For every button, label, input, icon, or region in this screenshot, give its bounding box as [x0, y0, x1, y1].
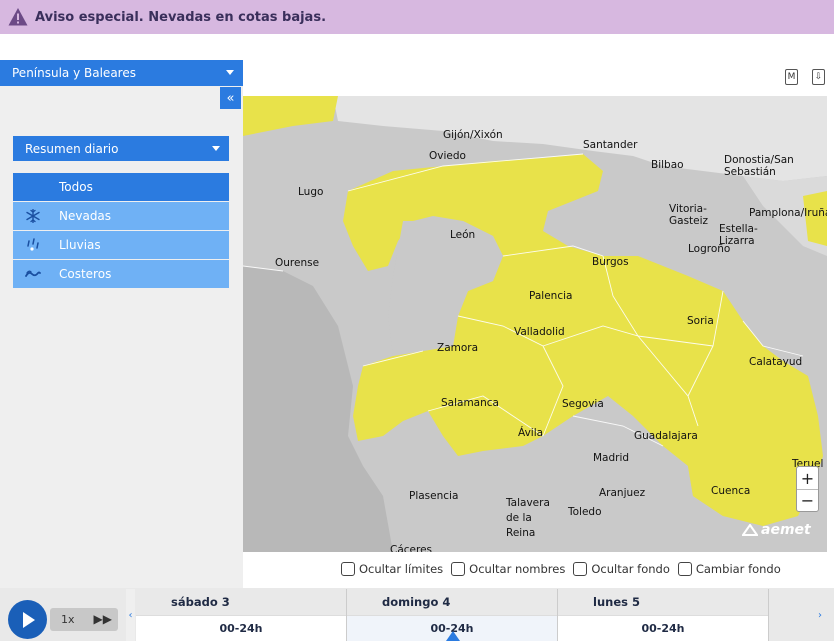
city-label: Vitoria-Gasteiz [669, 203, 709, 227]
current-position-marker-icon [446, 631, 460, 641]
snowflake-icon [26, 209, 40, 223]
city-label: Pamplona/Iruña [749, 207, 827, 219]
city-label: Lugo [298, 186, 324, 198]
city-label: Cuenca [711, 485, 751, 497]
option-label: Cambiar fondo [695, 562, 781, 576]
timeline-day-active[interactable]: domingo 4 00-24h [347, 589, 558, 641]
time-slot[interactable]: 00-24h [136, 615, 346, 641]
filter-label: Todos [59, 180, 93, 194]
city-label: Donostia/San Sebastián [724, 154, 794, 178]
day-label: sábado 3 [136, 589, 346, 615]
warning-icon [8, 8, 28, 26]
logo-text: aemet [761, 522, 811, 538]
speed-value: 1x [61, 613, 75, 626]
city-label: Toledo [568, 506, 602, 518]
waves-icon [25, 270, 41, 277]
region-select-value: Península y Baleares [12, 66, 136, 80]
city-label: Logroño [688, 243, 731, 255]
region-select[interactable]: Península y Baleares [0, 60, 243, 86]
city-label: Palencia [529, 290, 573, 302]
summary-select-value: Resumen diario [25, 141, 119, 156]
m-button[interactable]: M [785, 69, 798, 85]
option-label: Ocultar fondo [591, 562, 670, 576]
city-label: Guadalajara [634, 430, 698, 442]
city-label: León [450, 229, 476, 241]
city-label: Zamora [437, 342, 479, 354]
option-ocultar-limites[interactable]: Ocultar límites [341, 562, 443, 576]
checkbox[interactable] [451, 562, 466, 576]
checkbox[interactable] [573, 562, 588, 576]
aemet-logo: aemet [742, 522, 811, 538]
fast-forward-icon[interactable]: ▶▶ [94, 612, 112, 626]
filter-lluvias[interactable]: Lluvias [13, 231, 229, 259]
map-options: Ocultar límites Ocultar nombres Ocultar … [341, 562, 789, 576]
speed-control[interactable]: 1x ▶▶ [50, 608, 118, 631]
app-root: Aviso especial. Nevadas en cotas bajas. … [0, 0, 834, 641]
zoom-in-button[interactable]: + [797, 467, 818, 489]
city-label: Burgos [592, 256, 629, 268]
option-cambiar-fondo[interactable]: Cambiar fondo [677, 562, 781, 576]
filter-costeros[interactable]: Costeros [13, 260, 229, 288]
summary-select[interactable]: Resumen diario [13, 136, 229, 161]
filter-nevadas[interactable]: Nevadas [13, 202, 229, 230]
filter-label: Costeros [59, 267, 112, 281]
filter-label: Lluvias [59, 238, 101, 252]
city-label: Ourense [275, 257, 320, 269]
city-label: Madrid [593, 452, 630, 464]
m-icon: M [787, 72, 796, 82]
zoom-control: + − [796, 466, 819, 512]
warnings-map[interactable]: Gijón/Xixón Santander Oviedo Bilbao Dono… [243, 96, 827, 552]
download-icon: ⇩ [814, 72, 823, 82]
city-label: Valladolid [514, 326, 565, 338]
city-label: Plasencia [409, 490, 459, 502]
filter-todos[interactable]: Todos [13, 173, 229, 201]
play-button[interactable] [8, 600, 47, 639]
option-label: Ocultar nombres [469, 562, 566, 576]
timeline-prev-button[interactable]: ‹ [126, 589, 135, 641]
city-label: Soria [687, 315, 714, 327]
timeline-days: sábado 3 00-24h domingo 4 00-24h lunes 5… [136, 589, 790, 641]
warning-type-filter-list: Todos Nevadas Lluvias Costeros [13, 173, 229, 289]
zoom-out-button[interactable]: − [797, 489, 818, 511]
city-label: Salamanca [441, 397, 499, 409]
city-label: Calatayud [749, 356, 803, 368]
option-ocultar-fondo[interactable]: Ocultar fondo [573, 562, 670, 576]
play-icon [23, 611, 35, 628]
checkbox[interactable] [677, 562, 692, 576]
alert-text: Aviso especial. Nevadas en cotas bajas. [35, 9, 327, 25]
rain-icon [27, 238, 39, 251]
caret-down-icon [212, 146, 220, 151]
timeline-day[interactable]: lunes 5 00-24h [558, 589, 769, 641]
day-label: domingo 4 [347, 589, 557, 615]
timeline-day[interactable]: sábado 3 00-24h [136, 589, 347, 641]
download-button[interactable]: ⇩ [812, 69, 825, 85]
city-label: Gijón/Xixón [443, 129, 503, 141]
day-label: lunes 5 [558, 589, 768, 615]
option-ocultar-nombres[interactable]: Ocultar nombres [451, 562, 565, 576]
timeline-next-button[interactable]: › [815, 589, 825, 641]
filter-label: Nevadas [59, 209, 112, 223]
aemet-logo-mark-icon [742, 524, 758, 536]
city-label: Oviedo [429, 150, 466, 162]
city-label: Aranjuez [599, 487, 646, 499]
caret-down-icon [226, 70, 234, 75]
city-label: Talavera de la Reina [506, 497, 550, 539]
city-label: Ávila [518, 427, 544, 439]
double-chevron-left-icon: « [226, 90, 235, 106]
option-label: Ocultar límites [359, 562, 444, 576]
left-panel [0, 86, 243, 588]
chevron-left-icon: ‹ [128, 609, 133, 621]
city-label: Cáceres [390, 544, 433, 552]
chevron-right-icon: › [818, 609, 822, 621]
city-label: Bilbao [651, 159, 684, 171]
alert-banner: Aviso especial. Nevadas en cotas bajas. [0, 0, 834, 34]
checkbox[interactable] [341, 562, 355, 576]
collapse-panel-button[interactable]: « [220, 87, 241, 109]
city-label: Santander [583, 139, 638, 151]
time-slot[interactable]: 00-24h [558, 615, 768, 641]
city-label: Segovia [562, 398, 604, 410]
